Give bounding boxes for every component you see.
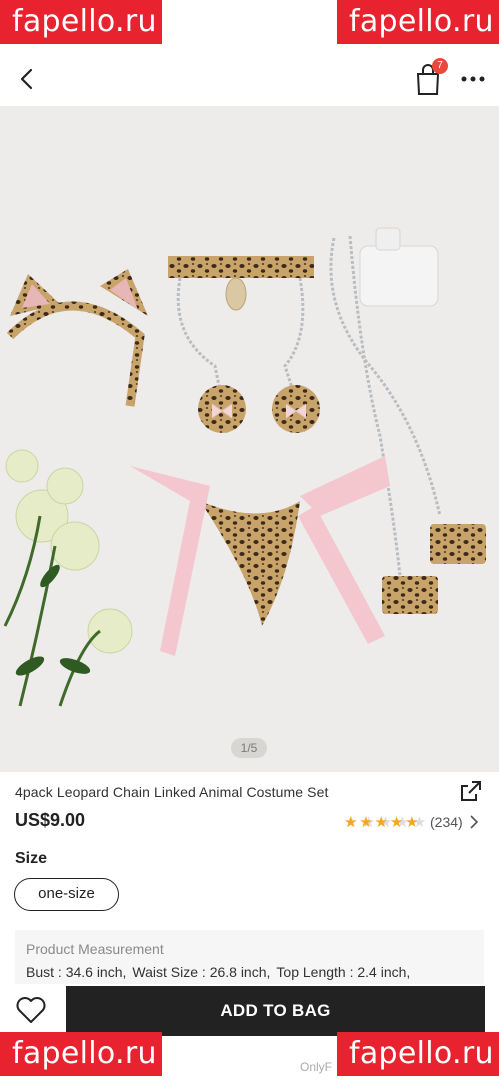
bag-count-badge: 7: [432, 58, 448, 74]
star-filled-icon: ★: [359, 813, 373, 831]
back-button[interactable]: [12, 64, 42, 94]
measurement-value: 34.6 inch,: [65, 964, 127, 980]
image-pager-indicator: 1/5: [231, 738, 267, 758]
measurement-key: Waist Size :: [132, 964, 210, 980]
star-filled-icon: ★: [343, 813, 358, 831]
measurement-title: Product Measurement: [26, 941, 164, 957]
watermark-bottom-right: fapello.ru: [337, 1032, 499, 1076]
watermark-bottom-left: fapello.ru: [0, 1032, 162, 1076]
product-image-gallery[interactable]: [0, 106, 499, 772]
measurement-key: Bust :: [26, 964, 66, 980]
heart-outline-icon: [16, 997, 46, 1023]
star-filled-icon: ★: [389, 813, 404, 831]
share-button[interactable]: [458, 778, 484, 804]
product-title: 4pack Leopard Chain Linked Animal Costum…: [15, 784, 329, 800]
size-option-one-size[interactable]: one-size: [14, 878, 119, 911]
add-to-bag-button[interactable]: ADD TO BAG: [66, 986, 485, 1036]
size-label: Size: [15, 850, 48, 867]
watermark-top-right: fapello.ru: [337, 0, 499, 44]
measurement-row: Bust : 34.6 inch, Waist Size : 26.8 inch,…: [26, 964, 410, 980]
review-count: (234): [430, 814, 463, 830]
share-external-icon: [461, 781, 481, 801]
rating-stars: ★ ★ ★ ★ ★ ★ ★ ★ ★ ★: [343, 813, 428, 831]
wishlist-button[interactable]: [14, 994, 48, 1026]
star-filled-icon: ★: [405, 813, 419, 831]
navigation-bar: [0, 52, 499, 106]
chevron-right-icon: [470, 815, 478, 829]
footer-text: OnlyF: [300, 1060, 333, 1074]
product-price: US$9.00: [15, 810, 86, 830]
product-photo: [3, 227, 486, 707]
rating-summary[interactable]: ★ ★ ★ ★ ★ ★ ★ ★ ★ ★ (234): [343, 812, 479, 832]
star-filled-icon: ★: [374, 813, 388, 831]
watermark-top-left: fapello.ru: [0, 0, 162, 44]
measurement-value: 2.4 inch,: [357, 964, 411, 980]
chevron-left-icon: [20, 68, 33, 90]
measurement-key: Top Length :: [276, 964, 358, 980]
more-horizontal-icon: [461, 76, 485, 82]
more-options-button[interactable]: [456, 64, 490, 94]
measurement-value: 26.8 inch,: [209, 964, 271, 980]
